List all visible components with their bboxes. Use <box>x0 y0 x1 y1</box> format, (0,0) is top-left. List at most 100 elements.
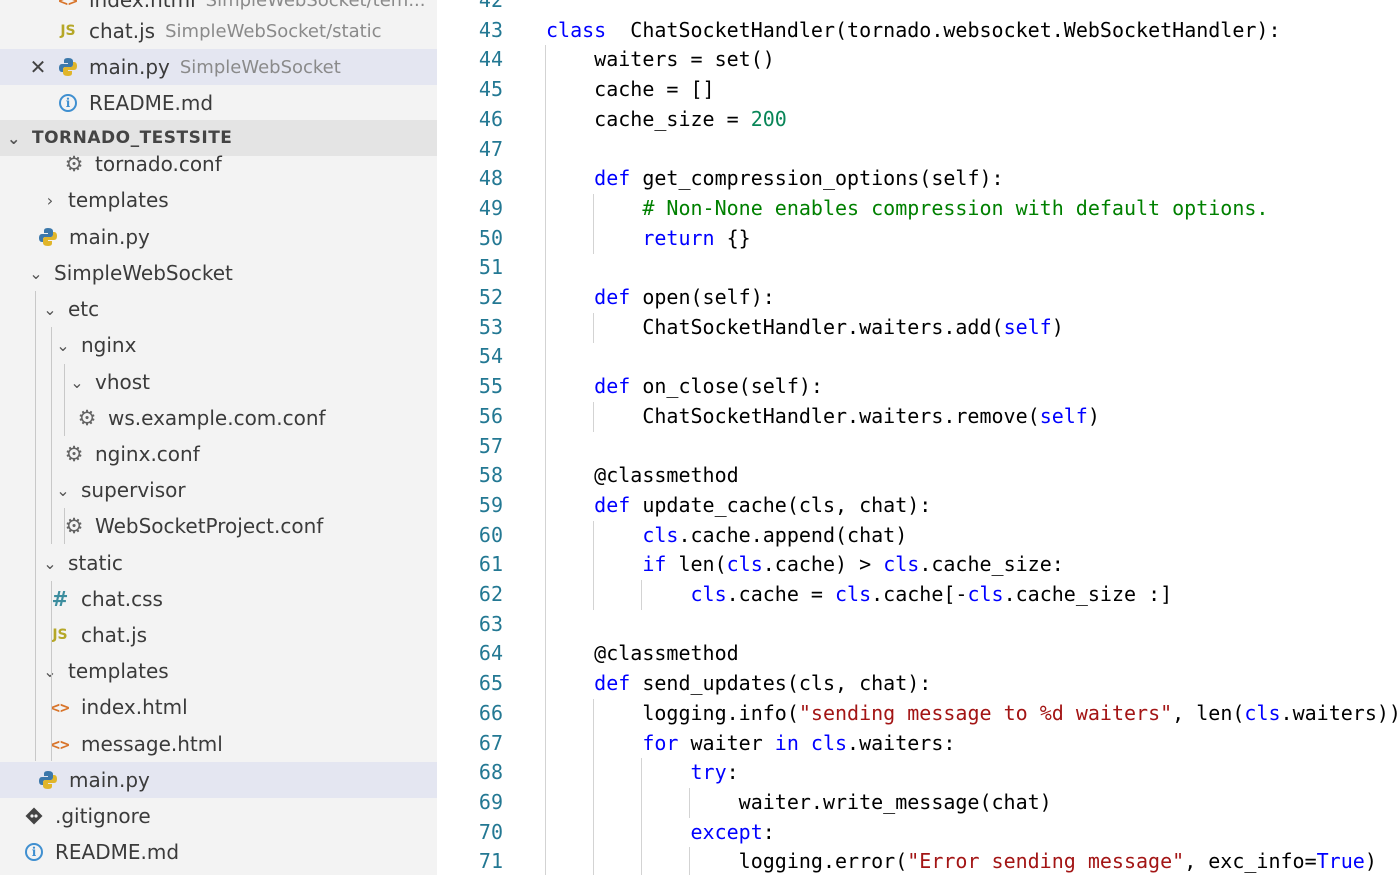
code-line[interactable]: 51 <box>437 252 1400 282</box>
indent-guide <box>593 521 594 610</box>
tree-folder-static[interactable]: ⌄ static <box>0 545 437 581</box>
code-token: return <box>642 225 715 250</box>
code-editor[interactable]: 42 43 class ChatSocketHandler(tornado.webs… <box>437 0 1400 875</box>
code-line[interactable]: 47 <box>437 134 1400 164</box>
code-token: cls <box>726 552 763 577</box>
tree-folder-nginx[interactable]: ⌄ nginx <box>0 327 437 363</box>
tree-item-websocketproject-conf[interactable]: ⚙ WebSocketProject.conf <box>0 508 437 544</box>
info-icon: i <box>22 840 46 864</box>
code-line[interactable]: 71 logging.error("Error sending message"… <box>437 846 1400 875</box>
open-editor-chat-js[interactable]: JS chat.js SimpleWebSocket/static <box>0 13 437 49</box>
code-line[interactable]: 54 <box>437 341 1400 371</box>
code-line[interactable]: 68 try: <box>437 757 1400 787</box>
open-editor-label: chat.js <box>89 19 156 43</box>
code-token: cls <box>1244 700 1281 725</box>
code-line[interactable]: 70 except: <box>437 817 1400 847</box>
code-line[interactable]: 50 return {} <box>437 223 1400 253</box>
python-file-icon <box>36 768 60 792</box>
chevron-down-icon: ⌄ <box>43 553 57 573</box>
code-text: logging.error("Error sending message", e… <box>546 846 1377 875</box>
code-token: def <box>594 671 631 696</box>
line-number: 66 <box>478 700 503 725</box>
code-token: get_compression_options(self): <box>630 166 1004 191</box>
code-token: ChatSocketHandler(tornado.websocket.WebS… <box>606 17 1281 42</box>
code-text: logging.info("sending message to %d wait… <box>546 698 1400 728</box>
tree-item-main-py-selected[interactable]: main.py <box>0 762 437 798</box>
js-file-icon: JS <box>60 23 76 39</box>
tree-folder-vhost[interactable]: ⌄ vhost <box>0 364 437 400</box>
code-token: ChatSocketHandler.waiters.add( <box>546 314 1004 339</box>
code-text: waiter.write_message(chat) <box>546 787 1052 817</box>
line-number: 47 <box>478 136 503 161</box>
code-line[interactable]: 43 class ChatSocketHandler(tornado.websoc… <box>437 15 1400 45</box>
tree-folder-templates-2[interactable]: ⌄ templates <box>0 653 437 689</box>
code-line[interactable]: 55 def on_close(self): <box>437 371 1400 401</box>
code-token: # Non-None enables compression with defa… <box>642 195 1269 220</box>
line-number: 57 <box>478 433 503 458</box>
code-line[interactable]: 66 logging.info("sending message to %d w… <box>437 698 1400 728</box>
code-line[interactable]: 52 def open(self): <box>437 282 1400 312</box>
code-line[interactable]: 53 ChatSocketHandler.waiters.add(self) <box>437 312 1400 342</box>
tree-folder-templates[interactable]: › templates <box>0 182 437 218</box>
open-editor-main-py[interactable]: ✕ main.py SimpleWebSocket <box>0 49 437 85</box>
tree-item-readme[interactable]: i README.md <box>0 834 437 870</box>
tree-folder-supervisor[interactable]: ⌄ supervisor <box>0 472 437 508</box>
code-line[interactable]: 64 @classmethod <box>437 638 1400 668</box>
code-text: cache = [] <box>546 74 714 104</box>
code-line[interactable]: 65 def send_updates(cls, chat): <box>437 668 1400 698</box>
code-line[interactable]: 67 for waiter in cls.waiters: <box>437 728 1400 758</box>
code-line[interactable]: 45 cache = [] <box>437 74 1400 104</box>
indent-guide <box>641 580 642 610</box>
tree-item-nginx-conf[interactable]: ⚙ nginx.conf <box>0 436 437 472</box>
line-number: 71 <box>478 849 503 874</box>
code-token: logging.info( <box>546 700 799 725</box>
code-text: class ChatSocketHandler(tornado.websocke… <box>546 15 1281 45</box>
indent-guide <box>689 847 690 875</box>
tree-item-label: index.html <box>81 695 188 719</box>
tree-folder-simplewebsocket[interactable]: ⌄ SimpleWebSocket <box>0 255 437 291</box>
code-line[interactable]: 56 ChatSocketHandler.waiters.remove(self… <box>437 401 1400 431</box>
tree-item-label: vhost <box>95 370 151 394</box>
code-token: waiter.write_message(chat) <box>546 789 1052 814</box>
code-line[interactable]: 59 def update_cache(cls, chat): <box>437 490 1400 520</box>
code-line[interactable]: 63 <box>437 609 1400 639</box>
code-token: : <box>726 760 739 785</box>
tree-item-index-html[interactable]: <> index.html <box>0 689 437 725</box>
code-line[interactable]: 46 cache_size = 200 <box>437 104 1400 134</box>
line-number: 61 <box>478 552 503 577</box>
tree-item-tornado-conf[interactable]: ⚙ tornado.conf <box>0 146 437 182</box>
code-line[interactable]: 42 <box>437 0 1400 15</box>
code-text: def get_compression_options(self): <box>546 163 1004 193</box>
close-icon[interactable]: ✕ <box>28 55 48 79</box>
tree-folder-etc[interactable]: ⌄ etc <box>0 291 437 327</box>
tree-item-ws-example-conf[interactable]: ⚙ ws.example.com.conf <box>0 400 437 436</box>
code-token: len( <box>666 552 727 577</box>
open-editor-readme[interactable]: i README.md <box>0 85 437 121</box>
tree-item-chat-css[interactable]: # chat.css <box>0 581 437 617</box>
tree-item-chat-js[interactable]: JS chat.js <box>0 617 437 653</box>
python-file-icon <box>56 55 80 79</box>
code-line[interactable]: 61 if len(cls.cache) > cls.cache_size: <box>437 549 1400 579</box>
code-line[interactable]: 69 waiter.write_message(chat) <box>437 787 1400 817</box>
line-number: 53 <box>478 314 503 339</box>
tree-item-gitignore[interactable]: .gitignore <box>0 798 437 834</box>
code-text: ChatSocketHandler.waiters.add(self) <box>546 312 1063 342</box>
code-line[interactable]: 57 <box>437 431 1400 461</box>
code-line[interactable]: 58 @classmethod <box>437 460 1400 490</box>
code-line[interactable]: 44 waiters = set() <box>437 44 1400 74</box>
tree-item-message-html[interactable]: <> message.html <box>0 726 437 762</box>
code-line[interactable]: 62 cls.cache = cls.cache[-cls.cache_size… <box>437 579 1400 609</box>
code-line[interactable]: 60 cls.cache.append(chat) <box>437 520 1400 550</box>
code-line[interactable]: 49 # Non-None enables compression with d… <box>437 193 1400 223</box>
code-token: True <box>1316 849 1365 874</box>
tree-item-main-py[interactable]: main.py <box>0 219 437 255</box>
code-line[interactable]: 48 def get_compression_options(self): <box>437 163 1400 193</box>
code-text: def open(self): <box>546 282 775 312</box>
code-text: def update_cache(cls, chat): <box>546 490 931 520</box>
tree-item-label: nginx.conf <box>95 442 200 466</box>
line-number: 62 <box>478 582 503 606</box>
git-icon <box>22 804 46 828</box>
code-text: waiters = set() <box>546 44 775 74</box>
